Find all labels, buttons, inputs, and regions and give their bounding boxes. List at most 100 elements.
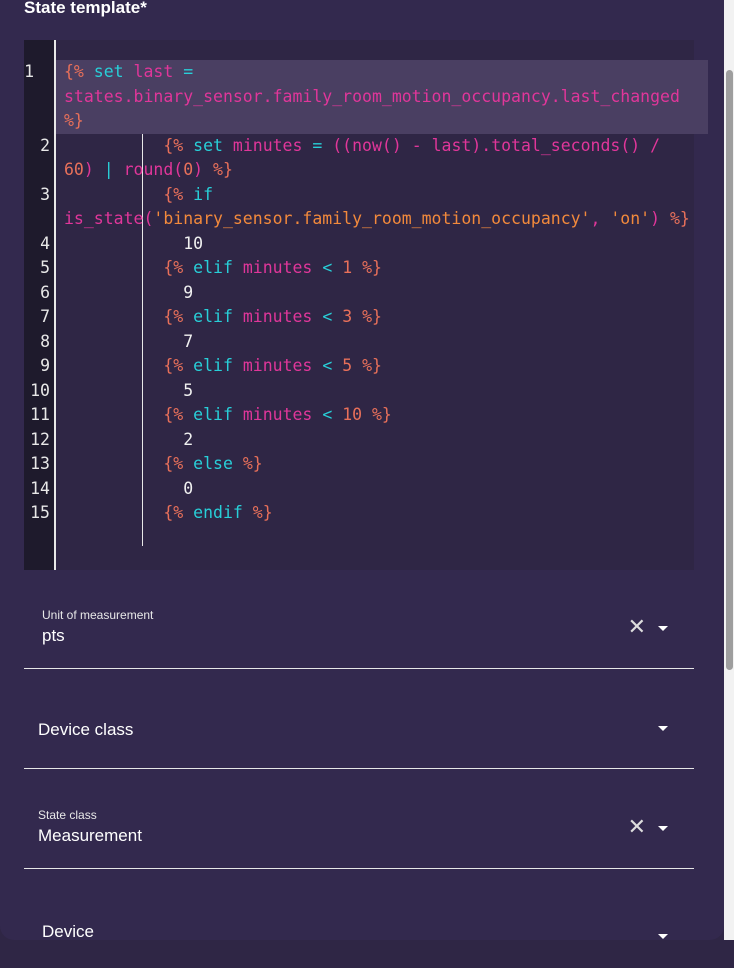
code-token: =: [183, 62, 204, 81]
device-field[interactable]: Device: [24, 894, 694, 968]
code-line[interactable]: 2 {% set minutes = ((now() - last).total…: [40, 134, 698, 183]
code-token: 0: [64, 478, 194, 498]
code-token: {%: [64, 405, 184, 424]
code-token: 5: [64, 380, 194, 400]
code-token: %}: [372, 405, 392, 424]
code-token: else: [183, 454, 243, 473]
line-number: 14: [30, 478, 50, 498]
code-token: last: [133, 62, 184, 81]
clear-icon[interactable]: ✕: [628, 614, 646, 640]
code-token: is_state(: [64, 209, 154, 228]
state-template-label: State template*: [24, 0, 147, 17]
code-token: minutes: [242, 258, 323, 277]
code-token: %}: [252, 503, 273, 522]
code-token: round(: [123, 160, 184, 179]
line-number: 7: [40, 307, 50, 326]
code-token: 60: [64, 160, 84, 179]
line-number: 8: [40, 331, 50, 351]
code-content[interactable]: 1 {% set last = states.binary_sensor.fami…: [24, 60, 708, 526]
code-line[interactable]: 11 {% elif minutes < 10 %}: [30, 403, 698, 428]
code-token: %}: [670, 209, 690, 228]
code-line[interactable]: 10 5: [30, 379, 698, 404]
code-token: set: [83, 62, 134, 81]
code-token: minutes: [242, 307, 323, 326]
field-value: pts: [42, 626, 65, 645]
state-class-field[interactable]: State class Measurement ✕: [24, 794, 694, 869]
dropdown-arrow-icon[interactable]: [658, 934, 668, 939]
line-number: 9: [40, 356, 50, 375]
line-number: 1: [24, 62, 34, 81]
code-token: 1: [342, 258, 363, 277]
unit-of-measurement-field[interactable]: Unit of measurement pts ✕: [24, 594, 694, 669]
code-token: ): [193, 160, 214, 179]
dropdown-arrow-icon[interactable]: [658, 826, 668, 831]
code-editor[interactable]: 1 {% set last = states.binary_sensor.fami…: [24, 40, 708, 570]
field-label: Device class: [38, 720, 134, 739]
code-token: <: [322, 258, 343, 277]
code-token: elif: [183, 258, 243, 277]
field-label: State class: [38, 808, 97, 822]
code-token: endif: [183, 503, 253, 522]
code-line[interactable]: 6 9: [40, 281, 698, 306]
line-number: 2: [40, 135, 50, 155]
code-token: 10: [342, 405, 372, 424]
code-token: 2: [64, 429, 194, 449]
field-value: Measurement: [38, 826, 142, 845]
code-token: 7: [64, 331, 194, 351]
line-number: 4: [40, 233, 50, 253]
code-token: %}: [362, 258, 382, 277]
line-number: 13: [30, 454, 50, 473]
line-number: 5: [40, 258, 50, 277]
code-token: elif: [183, 405, 243, 424]
line-number: 11: [30, 405, 50, 424]
scrollbar-thumb[interactable]: [726, 70, 733, 670]
code-token: states.binary_sensor.family_room_motion_…: [64, 86, 680, 106]
code-token: <: [322, 405, 343, 424]
code-token: %}: [213, 160, 233, 179]
code-token: 3: [342, 307, 363, 326]
template-helper-form: State template* 1 {% set last = states.bi…: [0, 0, 724, 941]
code-token: ((now() - last).total_seconds() /: [332, 135, 671, 155]
code-line[interactable]: 13 {% else %}: [30, 452, 698, 477]
code-token: <: [322, 356, 343, 375]
line-number: 15: [30, 503, 50, 522]
code-token: 'on': [610, 209, 651, 228]
code-token: 5: [342, 356, 363, 375]
code-token: minutes: [242, 356, 323, 375]
code-line[interactable]: 3 {% if is_state('binary_sensor.family_r…: [40, 183, 698, 232]
code-token: ): [83, 160, 104, 179]
code-token: ): [650, 209, 670, 228]
code-token: =: [312, 135, 333, 155]
code-token: {%: [64, 62, 84, 81]
line-number: 12: [30, 429, 50, 449]
code-token: %}: [362, 307, 382, 326]
code-token: |: [103, 160, 124, 179]
code-line[interactable]: 5 {% elif minutes < 1 %}: [40, 256, 698, 281]
field-label: Device: [42, 922, 94, 941]
dropdown-arrow-icon[interactable]: [658, 726, 668, 731]
code-token: %}: [362, 356, 382, 375]
code-line[interactable]: 14 0: [30, 477, 698, 502]
dropdown-arrow-icon[interactable]: [658, 626, 668, 631]
code-line[interactable]: 9 {% elif minutes < 5 %}: [40, 354, 698, 379]
code-line[interactable]: 1 {% set last = states.binary_sensor.fami…: [24, 60, 708, 134]
code-token: {%: [64, 135, 184, 155]
code-token: 10: [64, 233, 204, 253]
scrollbar[interactable]: [724, 0, 734, 940]
code-line[interactable]: 15 {% endif %}: [30, 501, 698, 526]
code-token: if: [183, 184, 223, 204]
code-token: {%: [64, 258, 184, 277]
code-token: 0: [183, 160, 194, 179]
clear-icon[interactable]: ✕: [628, 814, 646, 840]
device-class-field[interactable]: Device class: [24, 694, 694, 769]
code-line[interactable]: 12 2: [30, 428, 698, 453]
code-line[interactable]: 7 {% elif minutes < 3 %}: [40, 305, 698, 330]
code-token: minutes: [232, 135, 313, 155]
code-token: {%: [64, 307, 184, 326]
code-token: minutes: [242, 405, 323, 424]
code-line[interactable]: 4 10: [40, 232, 698, 257]
code-token: 9: [64, 282, 194, 302]
code-token: set: [183, 135, 233, 155]
line-number: 3: [40, 184, 50, 204]
code-line[interactable]: 8 7: [40, 330, 698, 355]
